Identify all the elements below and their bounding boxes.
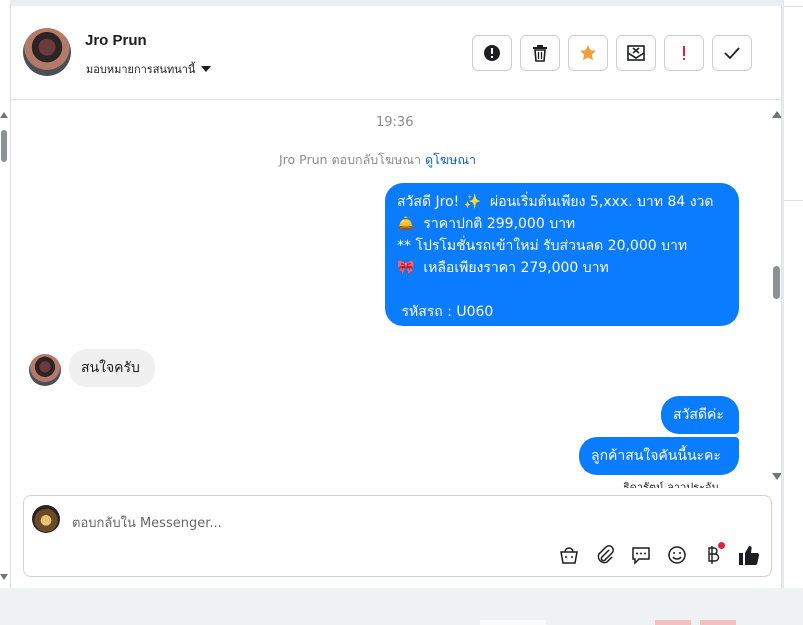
- message-line: รหัสรถ : U060: [397, 304, 494, 320]
- contact-avatar-small[interactable]: [29, 354, 61, 386]
- contact-name[interactable]: Jro Prun: [85, 32, 147, 49]
- sender-name: ธิดารัตน์ ลาวประจัน: [623, 481, 719, 488]
- scroll-thumb[interactable]: [773, 266, 780, 299]
- bottom-tab[interactable]: [480, 620, 546, 625]
- message-line: [397, 279, 727, 301]
- check-icon: [724, 47, 740, 60]
- scroll-up-arrow[interactable]: [0, 112, 8, 118]
- side-panel-edge: [783, 0, 803, 588]
- shopping-bag-icon: [560, 547, 578, 564]
- app-frame: Jro Prun มอบหมายการสนทนานี้ 19:36 Jro Pr…: [0, 0, 803, 625]
- reply-input[interactable]: ตอบกลับใน Messenger...: [72, 512, 222, 533]
- info-button[interactable]: [472, 35, 512, 71]
- conversation-toolbar: [472, 35, 752, 71]
- thumbs-up-icon: [739, 546, 760, 565]
- bottom-tab[interactable]: [700, 620, 736, 625]
- mark-spam-button[interactable]: [616, 35, 656, 71]
- payment-button[interactable]: [701, 542, 725, 567]
- divider: [784, 200, 803, 201]
- composer-tools: [557, 542, 761, 567]
- contact-avatar[interactable]: [23, 28, 71, 76]
- exclamation-icon: [683, 46, 685, 60]
- left-scrollbar[interactable]: [0, 0, 10, 588]
- message-line: 🎀 เหลือเพียงราคา 279,000 บาท: [397, 260, 609, 276]
- assign-conversation-dropdown[interactable]: มอบหมายการสนทนานี้: [86, 60, 212, 78]
- notification-dot: [718, 542, 725, 549]
- chat-bubble-icon: [632, 547, 650, 565]
- conversation-panel: Jro Prun มอบหมายการสนทนานี้ 19:36 Jro Pr…: [10, 6, 782, 588]
- envelope-x-icon: [627, 45, 645, 61]
- conversation-header: Jro Prun มอบหมายการสนทนานี้: [11, 6, 781, 100]
- bottom-tab[interactable]: [655, 620, 691, 625]
- outgoing-message[interactable]: สวัสดี Jro! ✨ ผ่อนเริ่มต้นเพียง 5,xxx. บ…: [385, 183, 739, 326]
- ad-reply-note: Jro Prun ตอบกลับโฆษณา ดูโฆษณา: [279, 150, 476, 170]
- message-line: 🛎️ ราคาปกติ 299,000 บาท: [397, 216, 576, 232]
- message-timestamp: 19:36: [376, 115, 414, 130]
- message-scrollbar[interactable]: [771, 101, 781, 488]
- scroll-thumb[interactable]: [1, 130, 7, 162]
- attach-button[interactable]: [593, 543, 617, 567]
- smiley-icon: [668, 546, 686, 564]
- star-icon: [580, 45, 596, 61]
- follow-up-button[interactable]: [664, 35, 704, 71]
- bottom-bar: [0, 588, 803, 625]
- trash-icon: [533, 45, 547, 62]
- star-button[interactable]: [568, 35, 608, 71]
- caret-down-icon: [201, 66, 212, 72]
- like-button[interactable]: [737, 543, 761, 567]
- reply-composer[interactable]: ตอบกลับใน Messenger...: [23, 495, 772, 577]
- divider: [784, 6, 803, 7]
- outgoing-message[interactable]: ลูกค้าสนใจคันนี้นะคะ: [579, 437, 739, 475]
- message-line: สวัสดี Jro! ✨ ผ่อนเริ่มต้นเพียง 5,xxx. บ…: [397, 194, 714, 210]
- message-line: ** โปรโมชั่นรถเข้าใหม่ รับส่วนลด 20,000 …: [397, 238, 688, 254]
- incoming-message[interactable]: สนใจครับ: [69, 349, 155, 387]
- ad-reply-text: Jro Prun ตอบกลับโฆษณา: [279, 152, 422, 167]
- delete-button[interactable]: [520, 35, 560, 71]
- outgoing-message[interactable]: สวัสดีค่ะ: [661, 396, 739, 434]
- emoji-button[interactable]: [665, 543, 689, 567]
- page-avatar: [32, 505, 60, 533]
- scroll-down-arrow[interactable]: [772, 473, 781, 480]
- assign-label: มอบหมายการสนทนานี้: [86, 63, 196, 76]
- scroll-down-arrow[interactable]: [0, 574, 8, 580]
- saved-replies-button[interactable]: [629, 543, 653, 567]
- shop-button[interactable]: [557, 543, 581, 567]
- message-list[interactable]: 19:36 Jro Prun ตอบกลับโฆษณา ดูโฆษณา สวัส…: [11, 101, 781, 488]
- paperclip-icon: [597, 545, 614, 564]
- view-ad-link[interactable]: ดูโฆษณา: [425, 152, 476, 167]
- info-circle-icon: [484, 45, 500, 61]
- mark-done-button[interactable]: [712, 35, 752, 71]
- scroll-up-arrow[interactable]: [772, 111, 781, 118]
